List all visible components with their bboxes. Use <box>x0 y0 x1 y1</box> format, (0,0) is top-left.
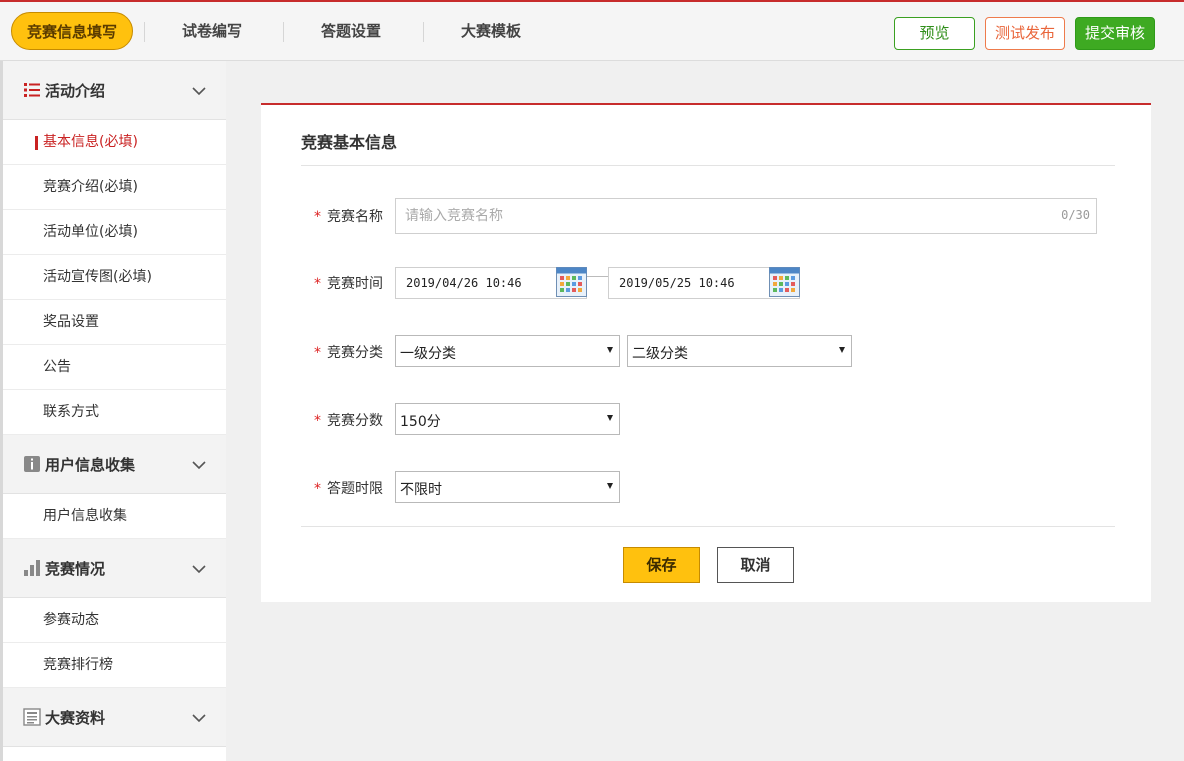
top-nav-bar: 竞赛信息填写 试卷编写 答题设置 大赛模板 预览 测试发布 提交审核 <box>0 0 1184 61</box>
divider <box>301 526 1115 527</box>
dropdown-arrow-icon <box>839 347 845 353</box>
selected-value: 一级分类 <box>400 346 456 362</box>
selected-value: 150分 <box>400 414 441 430</box>
active-indicator <box>35 136 38 150</box>
competition-category-label: * 竞赛分类 <box>314 345 383 361</box>
cancel-button[interactable]: 取消 <box>717 547 794 583</box>
preview-button[interactable]: 预览 <box>894 17 975 50</box>
tab-competition-info[interactable]: 竞赛信息填写 <box>11 12 133 50</box>
sidebar-item-announcement[interactable]: 公告 <box>3 345 226 390</box>
score-select[interactable]: 150分 <box>395 403 620 435</box>
sidebar: 活动介绍 基本信息(必填) 竞赛介绍(必填) 活动单位(必填) 活动宣传图(必填… <box>0 61 226 761</box>
sidebar-group-activity-intro[interactable]: 活动介绍 <box>3 61 226 120</box>
divider <box>301 165 1115 166</box>
sidebar-item-leaderboard[interactable]: 竞赛排行榜 <box>3 643 226 688</box>
competition-time-label: * 竞赛时间 <box>314 276 383 292</box>
sidebar-group-title: 用户信息收集 <box>45 456 136 474</box>
sidebar-item-label: 竞赛介绍(必填) <box>43 179 138 195</box>
tab-answer-settings[interactable]: 答题设置 <box>306 12 396 50</box>
sidebar-item-label: 奖品设置 <box>43 314 99 330</box>
calendar-icon[interactable] <box>769 267 800 297</box>
tab-paper-editing[interactable]: 试卷编写 <box>167 12 257 50</box>
sidebar-group-title: 大赛资料 <box>45 709 106 727</box>
end-date-input[interactable]: 2019/05/25 10:46 <box>608 267 800 299</box>
category-level1-select[interactable]: 一级分类 <box>395 335 620 367</box>
competition-name-field[interactable]: 0/30 <box>395 198 1097 234</box>
dropdown-arrow-icon <box>607 415 613 421</box>
form-title: 竞赛基本信息 <box>301 133 398 152</box>
selected-value: 不限时 <box>400 482 442 498</box>
tab-contest-template[interactable]: 大赛模板 <box>446 12 536 50</box>
category-level2-select[interactable]: 二级分类 <box>627 335 852 367</box>
chevron-down-icon[interactable] <box>192 564 206 574</box>
start-date-input[interactable]: 2019/04/26 10:46 <box>395 267 587 299</box>
basic-info-form-panel: 竞赛基本信息 *竞赛名称 0/30 *竞赛时间 2019/04/26 10:46… <box>261 103 1151 602</box>
sidebar-group-title: 活动介绍 <box>45 82 106 100</box>
sidebar-item-prize-settings[interactable]: 奖品设置 <box>3 300 226 345</box>
dropdown-arrow-icon <box>607 483 613 489</box>
sidebar-item-label: 参赛动态 <box>43 612 99 628</box>
test-publish-button[interactable]: 测试发布 <box>985 17 1065 50</box>
sidebar-item-promo-image[interactable]: 活动宣传图(必填) <box>3 255 226 300</box>
sidebar-item-participation-activity[interactable]: 参赛动态 <box>3 598 226 643</box>
dropdown-arrow-icon <box>607 347 613 353</box>
date-range-separator <box>587 276 609 277</box>
sidebar-item-label: 用户信息收集 <box>43 508 127 524</box>
selected-value: 二级分类 <box>632 346 688 362</box>
end-date-value: 2019/05/25 10:46 <box>619 276 735 290</box>
sidebar-group-title: 竞赛情况 <box>45 560 106 578</box>
competition-score-label: * 竞赛分数 <box>314 413 383 429</box>
char-counter: 0/30 <box>1061 208 1090 222</box>
info-icon <box>24 456 40 472</box>
competition-name-label: * 竞赛名称 <box>314 209 383 225</box>
required-mark: * <box>314 413 321 429</box>
submit-review-button[interactable]: 提交审核 <box>1075 17 1155 50</box>
required-mark: * <box>314 345 321 361</box>
required-mark: * <box>314 481 321 497</box>
tab-divider <box>423 22 424 42</box>
bar-chart-icon <box>24 560 40 576</box>
sidebar-group-contest-materials[interactable]: 大赛资料 <box>3 688 226 747</box>
tab-divider <box>144 22 145 42</box>
chevron-down-icon[interactable] <box>192 713 206 723</box>
sidebar-item-label: 活动宣传图(必填) <box>43 269 152 285</box>
time-limit-select[interactable]: 不限时 <box>395 471 620 503</box>
required-mark: * <box>314 209 321 225</box>
sidebar-item-user-info-collect[interactable]: 用户信息收集 <box>3 494 226 539</box>
answer-time-limit-label: * 答题时限 <box>314 481 383 497</box>
tab-divider <box>283 22 284 42</box>
sidebar-item-contact[interactable]: 联系方式 <box>3 390 226 435</box>
document-icon <box>23 708 41 726</box>
chevron-down-icon[interactable] <box>192 86 206 96</box>
save-button[interactable]: 保存 <box>623 547 700 583</box>
sidebar-item-basic-info[interactable]: 基本信息(必填) <box>3 120 226 165</box>
chevron-down-icon[interactable] <box>192 460 206 470</box>
sidebar-item-label: 活动单位(必填) <box>43 224 138 240</box>
calendar-icon[interactable] <box>556 267 587 297</box>
sidebar-group-competition-status[interactable]: 竞赛情况 <box>3 539 226 598</box>
sidebar-item-competition-intro[interactable]: 竞赛介绍(必填) <box>3 165 226 210</box>
competition-name-input[interactable] <box>396 199 1005 233</box>
list-icon <box>24 83 40 97</box>
required-mark: * <box>314 276 321 292</box>
sidebar-group-user-info[interactable]: 用户信息收集 <box>3 435 226 494</box>
sidebar-item-label: 联系方式 <box>43 404 99 420</box>
sidebar-item-label: 公告 <box>43 359 71 375</box>
sidebar-item-organizer[interactable]: 活动单位(必填) <box>3 210 226 255</box>
start-date-value: 2019/04/26 10:46 <box>406 276 522 290</box>
sidebar-item-label: 基本信息(必填) <box>43 134 138 150</box>
sidebar-item-label: 竞赛排行榜 <box>43 657 113 673</box>
